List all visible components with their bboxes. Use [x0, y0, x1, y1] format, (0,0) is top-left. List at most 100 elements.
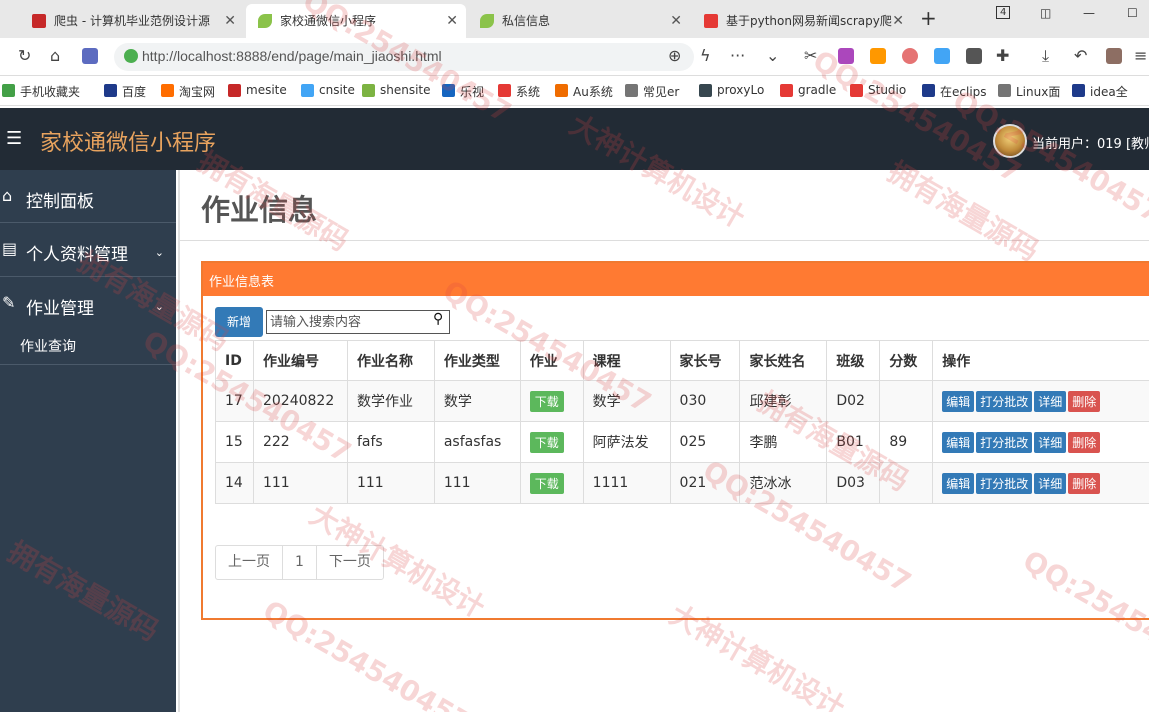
browser-tab-active[interactable]: 家校通微信小程序 ✕ [246, 4, 466, 38]
tab-favicon-icon [258, 14, 272, 28]
screen-icon[interactable] [966, 48, 982, 64]
extensions-icon[interactable]: ✚ [996, 46, 1009, 65]
table-header-row: ID 作业编号 作业名称 作业类型 作业 课程 家长号 家长姓名 班级 分数 操… [215, 340, 1149, 381]
bookmark-item[interactable]: 手机收藏夹 [2, 83, 80, 100]
sidebar-subitem-homework-query[interactable]: 作业查询 [20, 336, 76, 356]
bookmark-item[interactable]: 常见er [625, 83, 679, 100]
bookmark-favicon-icon [780, 84, 793, 97]
browser-tab[interactable]: 私信信息 ✕ [468, 4, 690, 38]
hamburger-menu-icon[interactable]: ☰ [6, 128, 22, 149]
eye-extension-icon[interactable] [902, 48, 918, 64]
add-button[interactable]: 新增 [215, 307, 263, 337]
mail-icon[interactable] [934, 48, 950, 64]
column-header: 操作 [932, 340, 1149, 381]
grade-button[interactable]: 打分批改 [976, 472, 1033, 494]
undo-icon[interactable]: ↶ [1074, 46, 1087, 65]
fox-extension-icon[interactable] [870, 48, 886, 64]
bookmark-item[interactable]: 乐视 [442, 83, 484, 100]
download-button[interactable]: 下载 [529, 431, 564, 453]
home-icon[interactable]: ⌂ [50, 46, 60, 65]
bag-icon[interactable] [1106, 48, 1122, 64]
cell-course: 阿萨法发 [582, 421, 671, 463]
ai-icon[interactable] [82, 48, 98, 64]
url-field[interactable]: http://localhost:8888/end/page/main_jiao… [114, 43, 694, 71]
bookmark-item[interactable]: 百度 [104, 83, 146, 100]
next-page-button[interactable]: 下一页 [317, 546, 383, 579]
current-user: 当前用户：019 [教师] [1032, 137, 1149, 152]
bookmark-item[interactable]: proxyLo [699, 83, 764, 97]
browser-tab[interactable]: 爬虫 - 计算机毕业范例设计源 ✕ [20, 4, 244, 38]
column-header: 作业类型 [433, 340, 521, 381]
grade-button[interactable]: 打分批改 [976, 390, 1033, 412]
delete-button[interactable]: 删除 [1068, 390, 1101, 412]
sidebar-item-dashboard[interactable]: ⌂ 控制面板 [0, 170, 176, 223]
more-icon[interactable]: ··· [730, 46, 745, 65]
bookmark-item[interactable]: 淘宝网 [161, 83, 215, 100]
tab-close-icon[interactable]: ✕ [892, 4, 904, 38]
bookmark-favicon-icon [104, 84, 117, 97]
cell-type: 数学 [433, 380, 521, 422]
bookmark-favicon-icon [699, 84, 712, 97]
delete-button[interactable]: 删除 [1068, 431, 1101, 453]
bookmark-item[interactable]: 系统 [498, 83, 540, 100]
tab-title: 基于python网易新闻scrapy爬 [726, 14, 892, 28]
search-input[interactable] [266, 310, 450, 334]
bookmark-label: mesite [246, 83, 287, 97]
maximize-icon[interactable]: ☐ [1127, 6, 1138, 20]
prev-page-button[interactable]: 上一页 [216, 546, 283, 579]
detail-button[interactable]: 详细 [1034, 472, 1067, 494]
cell-id: 14 [215, 462, 254, 504]
bookmark-item[interactable]: gradle [780, 83, 836, 97]
bookmark-label: 淘宝网 [179, 85, 216, 99]
tab-close-icon[interactable]: ✕ [446, 4, 458, 38]
cell-actions: 编辑 打分批改 详细 删除 [932, 421, 1149, 463]
grade-button[interactable]: 打分批改 [976, 431, 1033, 453]
tab-count-badge[interactable]: 4 [996, 6, 1011, 19]
dropdown-icon[interactable]: ⌄ [766, 46, 779, 65]
refresh-icon[interactable]: ↻ [18, 46, 31, 65]
bookmark-favicon-icon [498, 84, 511, 97]
sidebar-item-profile[interactable]: ▤ 个人资料管理 ⌄ [0, 224, 176, 277]
menu-icon[interactable]: ≡ [1134, 46, 1147, 65]
browser-tab[interactable]: 基于python网易新闻scrapy爬 ✕ [692, 4, 912, 38]
page-number-button[interactable]: 1 [283, 546, 317, 579]
bookmark-item[interactable]: Studio [850, 83, 906, 97]
bookmark-item[interactable]: mesite [228, 83, 287, 97]
bookmark-item[interactable]: cnsite [301, 83, 355, 97]
delete-button[interactable]: 删除 [1068, 472, 1101, 494]
bookmark-item[interactable]: Au系统 [555, 83, 613, 100]
download-button[interactable]: 下载 [529, 390, 564, 412]
bookmark-item[interactable]: idea全 [1072, 83, 1128, 100]
table-row: 14 111 111 111 下载 1111 021 范冰冰 D03 编辑 打分批改 详细 删除 [215, 462, 1149, 504]
zoom-icon[interactable]: ⊕ [668, 46, 681, 65]
tab-close-icon[interactable]: ✕ [670, 4, 682, 38]
cell-parent-name: 李鹏 [739, 421, 828, 463]
bookmark-item[interactable]: Linux面 [998, 83, 1060, 100]
table-row: 15 222 fafs asfasfas 下载 阿萨法发 025 李鹏 B01 89 编辑 打分批改详… [215, 421, 1149, 463]
edit-button[interactable]: 编辑 [942, 431, 975, 453]
secure-icon [124, 49, 138, 63]
bookmark-label: Studio [868, 83, 907, 97]
translate-icon[interactable] [838, 48, 854, 64]
scissors-icon[interactable]: ✂ [804, 46, 817, 65]
download-button[interactable]: 下载 [529, 472, 564, 494]
sidebar-item-homework[interactable]: ✎ 作业管理 ⌄ 作业查询 [0, 278, 176, 365]
panel-header: 作业信息表 [203, 263, 1149, 296]
bookmark-item[interactable]: 在eclips [922, 83, 987, 100]
download-icon[interactable]: ⤓ [1042, 46, 1049, 66]
lightning-icon[interactable]: ϟ [700, 46, 711, 65]
bookmark-item[interactable]: shensite [362, 83, 431, 97]
pin-icon[interactable]: ◫ [1040, 6, 1051, 20]
edit-button[interactable]: 编辑 [942, 390, 975, 412]
avatar[interactable] [993, 124, 1027, 158]
search-icon[interactable]: ⚲ [433, 311, 443, 327]
edit-button[interactable]: 编辑 [942, 472, 975, 494]
cell-code: 222 [252, 421, 348, 463]
new-tab-icon[interactable]: + [920, 6, 937, 30]
minimize-icon[interactable]: — [1083, 6, 1095, 20]
sidebar-item-label: 作业管理 [26, 299, 94, 319]
detail-button[interactable]: 详细 [1034, 390, 1067, 412]
detail-button[interactable]: 详细 [1034, 431, 1067, 453]
tab-close-icon[interactable]: ✕ [224, 4, 236, 38]
bookmark-label: 乐视 [460, 85, 485, 99]
